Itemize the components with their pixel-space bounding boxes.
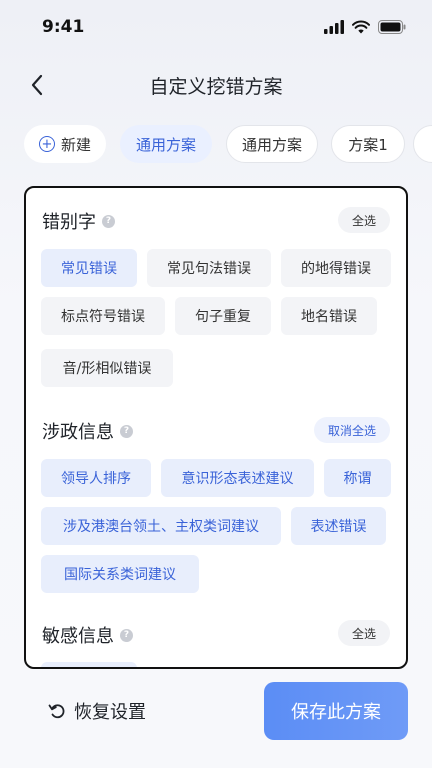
section-title: 涉政信息 ? — [42, 418, 133, 444]
chip-option-partial[interactable] — [41, 662, 137, 667]
chip-option[interactable]: 句子重复 — [175, 297, 271, 335]
select-all-button[interactable]: 全选 — [337, 207, 390, 233]
scheme-tabs: + 新建 通用方案 通用方案 方案1 通 — [24, 125, 432, 163]
chip-option[interactable]: 的地得错误 — [281, 249, 391, 287]
new-scheme-button[interactable]: + 新建 — [24, 125, 106, 163]
deselect-all-button[interactable]: 取消全选 — [313, 417, 390, 443]
tab-label: 通用方案 — [241, 135, 302, 154]
chip-option[interactable]: 表述错误 — [291, 507, 386, 545]
page-title: 自定义挖错方案 — [149, 76, 283, 98]
tab-scheme-4[interactable]: 通 — [413, 125, 432, 163]
section-title: 敏感信息 ? — [42, 622, 133, 648]
reset-settings-button[interactable]: 恢复设置 — [48, 698, 146, 724]
tab-scheme-2[interactable]: 通用方案 — [226, 125, 318, 163]
chip-option[interactable]: 国际关系类词建议 — [41, 555, 199, 593]
chip-option[interactable]: 称谓 — [324, 459, 391, 497]
plus-circle-icon: + — [38, 136, 55, 152]
chip-option[interactable]: 音/形相似错误 — [41, 349, 173, 387]
options-panel[interactable]: 错别字 ? 全选 常见错误 常见句法错误 的地得错误 标点符号错误 句子重复 地… — [24, 186, 408, 669]
bottom-bar: 恢复设置 保存此方案 — [0, 676, 432, 768]
new-scheme-label: 新建 — [60, 135, 91, 154]
undo-icon — [48, 704, 65, 719]
chip-option[interactable]: 标点符号错误 — [41, 297, 165, 335]
section-title-text: 敏感信息 — [42, 626, 114, 647]
help-icon[interactable]: ? — [120, 628, 133, 642]
tab-scheme-1[interactable]: 通用方案 — [120, 125, 212, 163]
save-scheme-button[interactable]: 保存此方案 — [264, 682, 408, 740]
tab-scheme-3[interactable]: 方案1 — [331, 125, 405, 163]
status-bar: 9:41 — [0, 0, 432, 56]
wifi-icon — [352, 20, 370, 34]
nav-bar: 自定义挖错方案 — [0, 62, 432, 108]
status-icons — [324, 20, 406, 34]
help-icon[interactable]: ? — [102, 214, 115, 228]
chip-option[interactable]: 常见句法错误 — [147, 249, 271, 287]
signal-icon — [324, 20, 344, 34]
chip-option[interactable]: 地名错误 — [281, 297, 377, 335]
tab-label: 通用方案 — [135, 135, 196, 154]
status-time: 9:41 — [42, 17, 85, 37]
chip-option[interactable]: 涉及港澳台领土、主权类词建议 — [41, 507, 281, 545]
select-all-button[interactable]: 全选 — [337, 620, 390, 646]
chip-option[interactable]: 意识形态表述建议 — [161, 459, 314, 497]
section-title-text: 错别字 — [42, 212, 96, 233]
tab-label: 方案1 — [348, 135, 388, 154]
reset-settings-label: 恢复设置 — [74, 702, 146, 723]
chip-option[interactable]: 常见错误 — [41, 249, 137, 287]
chip-option[interactable]: 领导人排序 — [41, 459, 151, 497]
section-title: 错别字 ? — [42, 208, 115, 234]
section-title-text: 涉政信息 — [42, 422, 114, 443]
help-icon[interactable]: ? — [120, 424, 133, 438]
battery-icon — [378, 20, 406, 34]
